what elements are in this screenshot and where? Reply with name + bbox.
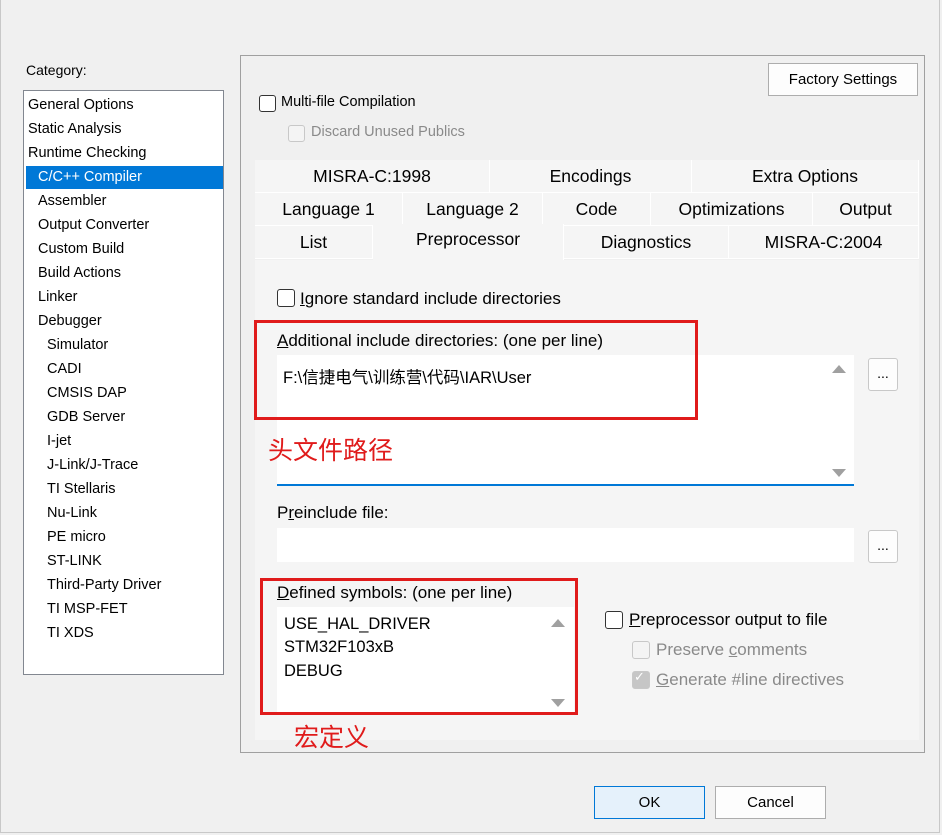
category-item-runtime-checking[interactable]: Runtime Checking	[28, 142, 146, 165]
tab-misra-c-2004[interactable]: MISRA-C:2004	[729, 226, 919, 259]
category-item-cpp-compiler[interactable]: C/C++ Compiler	[26, 166, 223, 189]
category-item-output-converter[interactable]: Output Converter	[38, 214, 149, 237]
preserve-comments-label: Preserve comments	[656, 640, 808, 659]
scroll-down-arrow-icon[interactable]	[832, 469, 846, 477]
category-item-jlink-jtrace[interactable]: J-Link/J-Trace	[47, 454, 138, 477]
category-item-gdb-server[interactable]: GDB Server	[47, 406, 125, 429]
tab-list[interactable]: List	[255, 226, 373, 259]
category-item-ti-msp-fet[interactable]: TI MSP-FET	[47, 598, 128, 621]
annotation-macro: 宏定义	[294, 724, 370, 752]
tab-diagnostics[interactable]: Diagnostics	[564, 226, 729, 259]
browse-include-button[interactable]: ...	[868, 358, 898, 391]
preprocessor-output-checkbox[interactable]	[605, 611, 623, 629]
multifile-compilation-checkbox[interactable]	[259, 95, 276, 112]
discard-unused-publics-checkbox[interactable]	[288, 125, 305, 142]
preprocessor-output-label: Preprocessor output to file	[629, 610, 828, 629]
tab-extra-options[interactable]: Extra Options	[692, 160, 919, 193]
annotation-box-symbols	[260, 578, 578, 715]
browse-preinclude-button[interactable]: ...	[868, 530, 898, 563]
ignore-std-include-checkbox[interactable]	[277, 289, 295, 307]
tab-preprocessor[interactable]: Preprocessor	[373, 224, 564, 260]
generate-line-directives-label: Generate #line directives	[656, 670, 845, 689]
tab-optimizations[interactable]: Optimizations	[651, 193, 813, 226]
include-scrollbar[interactable]	[830, 359, 847, 483]
generate-line-directives-checkbox[interactable]	[632, 669, 650, 689]
category-item-third-party-driver[interactable]: Third-Party Driver	[47, 574, 161, 597]
ignore-std-include-label: Ignore standard include directories	[300, 289, 561, 308]
tab-language-2[interactable]: Language 2	[403, 193, 543, 226]
category-item-cmsis-dap[interactable]: CMSIS DAP	[47, 382, 127, 405]
scroll-up-arrow-icon[interactable]	[832, 365, 846, 373]
preserve-comments-checkbox[interactable]	[632, 641, 650, 659]
category-item-st-link[interactable]: ST-LINK	[47, 550, 102, 573]
category-label: Category:	[26, 62, 87, 78]
category-item-nu-link[interactable]: Nu-Link	[47, 502, 97, 525]
category-item-custom-build[interactable]: Custom Build	[38, 238, 124, 261]
preinclude-input[interactable]	[277, 528, 854, 562]
tab-misra-c-1998[interactable]: MISRA-C:1998	[255, 160, 490, 193]
category-item-assembler[interactable]: Assembler	[38, 190, 107, 213]
tab-code[interactable]: Code	[543, 193, 651, 226]
category-item-ti-xds[interactable]: TI XDS	[47, 622, 94, 645]
category-list[interactable]: General Options Static Analysis Runtime …	[23, 90, 224, 675]
category-item-cadi[interactable]: CADI	[47, 358, 82, 381]
annotation-header-path: 头文件路径	[268, 437, 394, 465]
category-item-build-actions[interactable]: Build Actions	[38, 262, 121, 285]
tab-strip: MISRA-C:1998 Encodings Extra Options Lan…	[255, 160, 919, 260]
category-item-simulator[interactable]: Simulator	[47, 334, 108, 357]
category-item-ti-stellaris[interactable]: TI Stellaris	[47, 478, 116, 501]
ok-button[interactable]: OK	[594, 786, 705, 819]
tab-output[interactable]: Output	[813, 193, 919, 226]
annotation-box-include	[254, 320, 698, 420]
category-item-linker[interactable]: Linker	[38, 286, 78, 309]
category-item-general-options[interactable]: General Options	[28, 94, 134, 117]
multifile-compilation-label: Multi-file Compilation	[281, 94, 416, 110]
factory-settings-button[interactable]: Factory Settings	[768, 63, 918, 96]
category-item-debugger[interactable]: Debugger	[38, 310, 102, 333]
category-item-i-jet[interactable]: I-jet	[47, 430, 71, 453]
category-item-pe-micro[interactable]: PE micro	[47, 526, 106, 549]
discard-unused-publics-label: Discard Unused Publics	[311, 124, 465, 140]
tab-language-1[interactable]: Language 1	[255, 193, 403, 226]
preinclude-label: Preinclude file:	[277, 503, 389, 522]
category-item-static-analysis[interactable]: Static Analysis	[28, 118, 122, 141]
cancel-button[interactable]: Cancel	[715, 786, 826, 819]
tab-encodings[interactable]: Encodings	[490, 160, 692, 193]
